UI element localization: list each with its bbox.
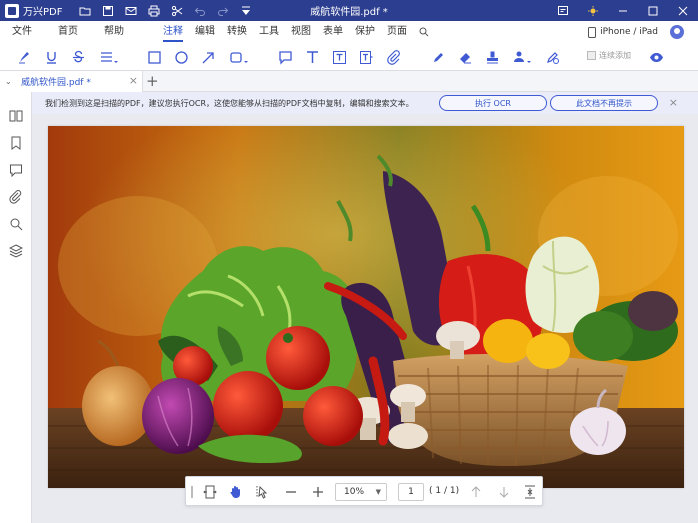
previous-page-icon[interactable] (468, 484, 484, 500)
ocr-notice-bar: 我们检测到这是扫描的PDF，建议您执行OCR，这使您能够从扫描的PDF文档中复制… (32, 92, 698, 114)
device-link[interactable]: iPhone / iPad (588, 21, 658, 43)
menu-annotate[interactable]: 注释 (157, 21, 189, 43)
title-bar: 万兴PDF 威航软件园.pdf * (0, 0, 698, 21)
menu-home[interactable]: 首页 (52, 21, 84, 43)
fit-width-icon[interactable] (202, 484, 218, 500)
menu-convert[interactable]: 转换 (221, 21, 253, 43)
menu-view[interactable]: 视图 (285, 21, 317, 43)
avatar[interactable] (670, 25, 684, 39)
pencil-icon[interactable] (428, 48, 448, 66)
auto-add-checkbox[interactable] (587, 51, 596, 60)
menu-tools[interactable]: 工具 (253, 21, 285, 43)
signature-dropdown-icon[interactable] (509, 48, 535, 66)
zoom-select[interactable]: 10% ▼ (335, 483, 387, 501)
comment-icon[interactable] (8, 162, 24, 178)
textbox-icon[interactable] (329, 48, 349, 66)
page-number-input[interactable]: 1 (398, 483, 424, 501)
run-ocr-button[interactable]: 执行 OCR (439, 95, 547, 111)
close-tab-icon[interactable]: × (129, 74, 138, 87)
chevron-down-icon[interactable]: ⌄ (5, 77, 15, 86)
page-navigation-bar: 10% ▼ 1 ( 1 / 1) (185, 476, 543, 506)
strikethrough-icon[interactable] (68, 48, 88, 66)
bookmark-icon[interactable] (8, 135, 24, 151)
sticky-note-icon[interactable] (275, 48, 295, 66)
drag-handle[interactable] (191, 486, 193, 498)
redo-icon[interactable] (214, 2, 231, 19)
thumbnails-icon[interactable] (8, 108, 24, 124)
customize-dropdown-icon[interactable] (237, 2, 254, 19)
close-notice-icon[interactable]: × (669, 96, 678, 109)
maximize-button[interactable] (638, 0, 668, 21)
ellipse-icon[interactable] (171, 48, 191, 66)
open-folder-icon[interactable] (76, 2, 93, 19)
zoom-value: 10% (344, 487, 365, 497)
hand-tool-icon[interactable] (228, 484, 244, 500)
rectangle-icon[interactable] (144, 48, 164, 66)
attachment-icon[interactable] (383, 48, 403, 66)
menu-page[interactable]: 页面 (381, 21, 413, 43)
app-name: 万兴PDF (23, 7, 63, 18)
document-tab[interactable]: ⌄ 威航软件园.pdf * × (0, 71, 143, 92)
manage-annotations-icon[interactable] (542, 48, 562, 66)
pdf-page-image (48, 126, 684, 488)
menu-form[interactable]: 表单 (317, 21, 349, 43)
shape-dropdown-icon[interactable] (226, 48, 252, 66)
menu-edit[interactable]: 编辑 (189, 21, 221, 43)
dismiss-notice-button[interactable]: 此文档不再提示 (550, 95, 658, 111)
print-icon[interactable] (145, 2, 162, 19)
menu-file[interactable]: 文件 (6, 21, 38, 43)
auto-add-label: 连续添加 (599, 51, 631, 60)
underline-icon[interactable] (41, 48, 61, 66)
document-tab-bar: ⌄ 威航软件园.pdf * × + (0, 71, 698, 92)
email-icon[interactable] (122, 2, 139, 19)
highlight-icon[interactable] (14, 48, 34, 66)
search-panel-icon[interactable] (8, 216, 24, 232)
save-icon[interactable] (99, 2, 116, 19)
minimize-button[interactable] (608, 0, 638, 21)
select-tool-icon[interactable] (255, 484, 271, 500)
layers-icon[interactable] (8, 243, 24, 259)
arrow-icon[interactable] (198, 48, 218, 66)
tab-title: 威航软件园.pdf * (21, 78, 91, 88)
callout-icon[interactable] (356, 48, 376, 66)
theme-sun-icon[interactable] (578, 0, 608, 21)
auto-add-option[interactable]: 连续添加 (587, 50, 631, 61)
attachment-panel-icon[interactable] (8, 189, 24, 205)
text-align-dropdown-icon[interactable] (96, 48, 122, 66)
chevron-down-icon: ▼ (375, 488, 381, 496)
undo-icon[interactable] (191, 2, 208, 19)
scissors-icon[interactable] (168, 2, 185, 19)
device-label: iPhone / iPad (600, 27, 658, 37)
zoom-in-icon[interactable] (310, 484, 326, 500)
text-tool-icon[interactable] (302, 48, 322, 66)
zoom-out-icon[interactable] (283, 484, 299, 500)
left-sidebar (0, 92, 32, 523)
stamp-icon[interactable] (482, 48, 502, 66)
new-tab-icon[interactable]: + (146, 72, 159, 90)
menu-help[interactable]: 帮助 (98, 21, 130, 43)
eraser-icon[interactable] (455, 48, 475, 66)
page-count: ( 1 / 1) (429, 486, 460, 496)
search-icon[interactable] (413, 21, 435, 43)
menu-protect[interactable]: 保护 (349, 21, 381, 43)
phone-icon (588, 26, 597, 38)
next-page-icon[interactable] (496, 484, 512, 500)
menu-bar: 文件 首页 帮助 注释 编辑 转换 工具 视图 表单 保护 页面 iPhone … (0, 21, 698, 43)
eye-icon[interactable] (646, 48, 666, 66)
feedback-icon[interactable] (548, 0, 578, 21)
ocr-notice-message: 我们检测到这是扫描的PDF，建议您执行OCR，这使您能够从扫描的PDF文档中复制… (45, 98, 414, 108)
close-window-button[interactable] (668, 0, 698, 21)
annotation-toolbar: 连续添加 (0, 43, 698, 71)
vegetables-photo (48, 126, 684, 488)
fit-page-icon[interactable] (522, 484, 538, 500)
document-canvas (32, 114, 698, 523)
app-logo-icon (5, 3, 19, 18)
